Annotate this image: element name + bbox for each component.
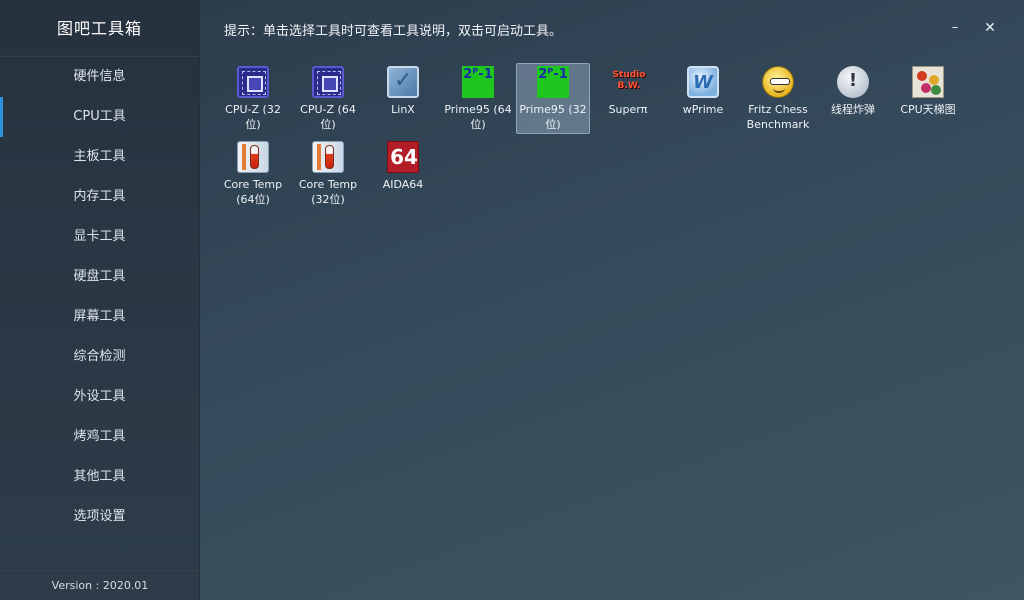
tool-item[interactable]: ✓ LinX [366,63,440,134]
core-temp-icon [237,141,269,173]
icon-glyph: 2ᴾ-1 [538,67,568,82]
sidebar-item[interactable]: 其他工具 [0,457,199,497]
sidebar-item[interactable]: 显卡工具 [0,217,199,257]
sidebar-item[interactable]: 烤鸡工具 [0,417,199,457]
linx-icon: ✓ [387,66,419,98]
sidebar: 图吧工具箱 硬件信息 CPU工具 主板工具 内存工具 显卡工具 硬盘工具 屏幕工具 综合检测外… [0,0,200,600]
tool-item[interactable]: CPU-Z (64位) [291,63,365,134]
tool-label: Core Temp (32位) [298,178,358,206]
tool-label: AIDA64 [382,178,424,191]
tool-label: Prime95 (64位) [444,103,512,131]
tool-item[interactable]: CPU-Z (32位) [216,63,290,134]
cpu-z-icon [237,66,269,98]
sidebar-item[interactable]: 外设工具 [0,377,199,417]
tool-label: Prime95 (32位) [519,103,587,131]
tool-label: LinX [391,103,415,116]
cpu-z-icon [312,66,344,98]
sidebar-item[interactable]: 选项设置 [0,497,199,537]
icon-glyph: 64 [390,145,418,169]
cpu-ladder-icon [912,66,944,98]
superpi-icon: Studio B.W. [612,66,646,98]
wprime-icon: W [687,66,719,98]
icon-glyph: ! [848,70,858,91]
tool-item[interactable]: Studio B.W. Superπ [591,63,665,134]
tool-label: CPU天梯图 [900,103,956,116]
tool-item[interactable]: Core Temp (64位) [216,138,290,209]
tool-label: Fritz Chess Benchmark [746,103,810,131]
core-temp-icon [312,141,344,173]
prime95-icon: 2ᴾ-1 [462,66,494,98]
sidebar-item[interactable]: 内存工具 [0,177,199,217]
sidebar-item[interactable]: CPU工具 [0,97,199,137]
tool-item[interactable]: Fritz Chess Benchmark [741,63,815,134]
icon-glyph: ✓ [394,68,413,93]
warning-icon: ! [837,66,869,98]
tool-item[interactable]: 2ᴾ-1 Prime95 (64位) [441,63,515,134]
sidebar-nav: 硬件信息 CPU工具 主板工具 内存工具 显卡工具 硬盘工具 屏幕工具 综合检测 外设工具 烤鸡工… [0,57,199,537]
tool-grid: CPU-Z (32位) CPU-Z (64位) ✓ LinX 2ᴾ-1 Prime95 (… [216,63,976,213]
tool-item[interactable]: ! 线程炸弹 [816,63,890,134]
tool-label: 线程炸弹 [831,103,875,116]
sidebar-item[interactable]: 主板工具 [0,137,199,177]
icon-glyph: W [693,72,713,93]
app-title: 图吧工具箱 [0,0,199,57]
tool-item[interactable]: WwPrime [666,63,740,134]
icon-glyph: 2ᴾ-1 [463,67,493,82]
tool-item[interactable]: Core Temp (32位) [291,138,365,209]
icon-glyph: Studio B.W. [612,70,646,91]
sidebar-item[interactable]: 综合检测 [0,337,199,377]
hint-text: 提示：单击选择工具时可查看工具说明，双击可启动工具。 [224,24,563,39]
sidebar-item[interactable]: 硬盘工具 [0,257,199,297]
fritz-chess-icon [762,66,794,98]
prime95-icon: 2ᴾ-1 [537,66,569,98]
tool-label: CPU-Z (32位) [225,103,281,131]
aida64-icon: 64 [387,141,419,173]
version-label: Version : 2020.01 [0,570,200,600]
sidebar-item[interactable]: 硬件信息 [0,57,199,97]
tool-label: Core Temp (64位) [223,178,283,206]
close-button[interactable]: ✕ [980,18,1000,38]
tool-label: wPrime [682,103,724,116]
tool-item[interactable]: 64 AIDA64 [366,138,440,209]
minimize-button[interactable]: – [945,18,965,38]
tool-item[interactable]: CPU天梯图 [891,63,965,134]
tool-label: CPU-Z (64位) [300,103,356,131]
sidebar-item[interactable]: 屏幕工具 [0,297,199,337]
tool-label: Superπ [608,103,648,116]
tool-item[interactable]: 2ᴾ-1 Prime95 (32位) [516,63,590,134]
